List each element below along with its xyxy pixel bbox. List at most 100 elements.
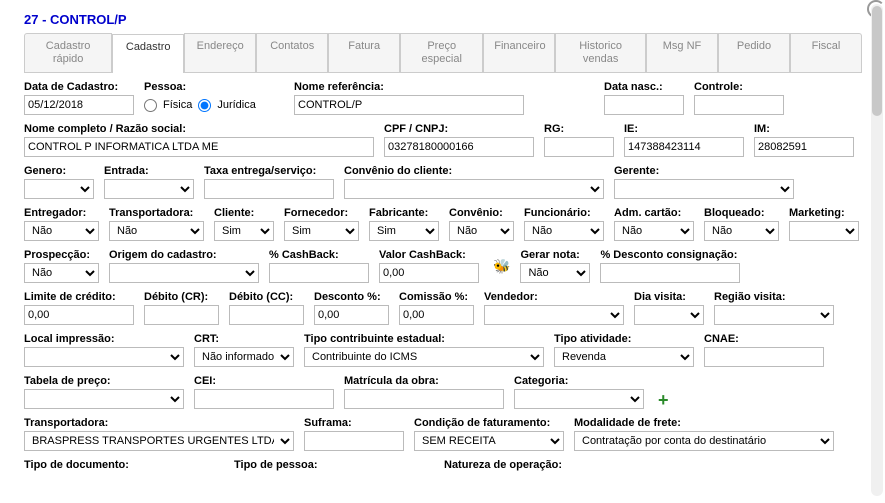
label-debito-cc: Débito (CC):	[229, 291, 304, 303]
input-taxa-entrega[interactable]	[204, 179, 334, 199]
label-gerar-nota: Gerar nota:	[520, 249, 590, 261]
tab-cadastro[interactable]: Cadastro	[112, 34, 184, 73]
radio-juridica-label: Jurídica	[217, 99, 256, 111]
input-suframa[interactable]	[304, 431, 404, 451]
select-vendedor[interactable]	[484, 305, 624, 325]
select-condicao-faturamento[interactable]: SEM RECEITA	[414, 431, 564, 451]
label-genero: Genero:	[24, 165, 94, 177]
label-dia-visita: Dia visita:	[634, 291, 704, 303]
add-categoria-icon[interactable]: +	[658, 391, 669, 409]
select-entregador[interactable]: Não	[24, 221, 99, 241]
input-desconto-pct[interactable]	[314, 305, 389, 325]
input-valor-cashback[interactable]	[379, 263, 479, 283]
input-cei[interactable]	[194, 389, 334, 409]
label-entrada: Entrada:	[104, 165, 194, 177]
tab-historico-vendas[interactable]: Historico vendas	[555, 33, 646, 72]
cashback-icon[interactable]: 🐝	[493, 258, 510, 275]
select-fornecedor[interactable]: Sim	[284, 221, 359, 241]
select-fabricante[interactable]: Sim	[369, 221, 439, 241]
select-funcionario[interactable]: Não	[524, 221, 604, 241]
tab-cadastro-rapido[interactable]: Cadastro rápido	[24, 33, 112, 72]
select-categoria[interactable]	[514, 389, 644, 409]
input-rg[interactable]	[544, 137, 614, 157]
input-data-cadastro[interactable]	[24, 95, 134, 115]
select-convenio[interactable]: Não	[449, 221, 514, 241]
label-comissao-pct: Comissão %:	[399, 291, 474, 303]
select-gerar-nota[interactable]: Não	[520, 263, 590, 283]
input-limite-credito[interactable]	[24, 305, 134, 325]
radio-juridica[interactable]	[198, 99, 211, 112]
label-convenio: Convênio:	[449, 207, 514, 219]
label-marketing: Marketing:	[789, 207, 859, 219]
input-pct-cashback[interactable]	[269, 263, 369, 283]
select-cliente[interactable]: Sim	[214, 221, 274, 241]
select-prospeccao[interactable]: Não	[24, 263, 99, 283]
tab-preco-especial[interactable]: Preço especial	[400, 33, 483, 72]
select-tipo-contrib[interactable]: Contribuinte do ICMS	[304, 347, 544, 367]
label-funcionario: Funcionário:	[524, 207, 604, 219]
page-title: 27 - CONTROL/P	[24, 12, 862, 27]
input-nome-completo[interactable]	[24, 137, 374, 157]
label-modalidade-frete: Modalidade de frete:	[574, 417, 834, 429]
select-crt[interactable]: Não informado	[194, 347, 294, 367]
label-controle: Controle:	[694, 81, 784, 93]
input-cnae[interactable]	[704, 347, 824, 367]
label-pct-cashback: % CashBack:	[269, 249, 369, 261]
scrollbar-thumb[interactable]	[872, 6, 882, 116]
label-desconto-pct: Desconto %:	[314, 291, 389, 303]
input-cpf-cnpj[interactable]	[384, 137, 534, 157]
tab-endereco[interactable]: Endereço	[184, 33, 256, 72]
select-bloqueado[interactable]: Não	[704, 221, 779, 241]
input-ie[interactable]	[624, 137, 744, 157]
label-cnae: CNAE:	[704, 333, 824, 345]
label-fornecedor: Fornecedor:	[284, 207, 359, 219]
label-ie: IE:	[624, 123, 744, 135]
label-nome-completo: Nome completo / Razão social:	[24, 123, 374, 135]
select-genero[interactable]	[24, 179, 94, 199]
label-tabela-preco: Tabela de preço:	[24, 375, 184, 387]
label-nome-ref: Nome referência:	[294, 81, 524, 93]
tab-financeiro[interactable]: Financeiro	[483, 33, 555, 72]
select-dia-visita[interactable]	[634, 305, 704, 325]
radio-fisica[interactable]	[144, 99, 157, 112]
input-im[interactable]	[754, 137, 854, 157]
select-regiao-visita[interactable]	[714, 305, 834, 325]
input-debito-cc[interactable]	[229, 305, 304, 325]
label-pessoa: Pessoa:	[144, 81, 284, 93]
input-comissao-pct[interactable]	[399, 305, 474, 325]
select-modalidade-frete[interactable]: Contratação por conta do destinatário	[574, 431, 834, 451]
select-gerente[interactable]	[614, 179, 794, 199]
label-data-cadastro: Data de Cadastro:	[24, 81, 134, 93]
vertical-scrollbar[interactable]	[871, 4, 883, 496]
label-taxa-entrega: Taxa entrega/serviço:	[204, 165, 334, 177]
select-convenio-cliente[interactable]	[344, 179, 604, 199]
select-transportadora[interactable]: Não	[109, 221, 204, 241]
select-entrada[interactable]	[104, 179, 194, 199]
select-tipo-atividade[interactable]: Revenda	[554, 347, 694, 367]
select-origem-cadastro[interactable]	[109, 263, 259, 283]
select-adm-cartao[interactable]: Não	[614, 221, 694, 241]
label-tipo-contrib: Tipo contribuinte estadual:	[304, 333, 544, 345]
tab-fatura[interactable]: Fatura	[328, 33, 400, 72]
input-debito-cr[interactable]	[144, 305, 219, 325]
tab-msg-nf[interactable]: Msg NF	[646, 33, 718, 72]
select-tabela-preco[interactable]	[24, 389, 184, 409]
label-debito-cr: Débito (CR):	[144, 291, 219, 303]
label-cei: CEI:	[194, 375, 334, 387]
label-prospeccao: Prospecção:	[24, 249, 99, 261]
input-data-nasc[interactable]	[604, 95, 684, 115]
select-marketing[interactable]	[789, 221, 859, 241]
input-nome-ref[interactable]	[294, 95, 524, 115]
tab-pedido[interactable]: Pedido	[718, 33, 790, 72]
tab-contatos[interactable]: Contatos	[256, 33, 328, 72]
input-matricula-obra[interactable]	[344, 389, 504, 409]
label-local-impressao: Local impressão:	[24, 333, 184, 345]
input-pct-desconto-cons[interactable]	[600, 263, 740, 283]
select-transportadora2[interactable]: BRASPRESS TRANSPORTES URGENTES LTDA	[24, 431, 294, 451]
select-local-impressao[interactable]	[24, 347, 184, 367]
label-adm-cartao: Adm. cartão:	[614, 207, 694, 219]
label-transportadora2: Transportadora:	[24, 417, 294, 429]
input-controle[interactable]	[694, 95, 784, 115]
tab-fiscal[interactable]: Fiscal	[790, 33, 862, 72]
label-condicao-faturamento: Condição de faturamento:	[414, 417, 564, 429]
